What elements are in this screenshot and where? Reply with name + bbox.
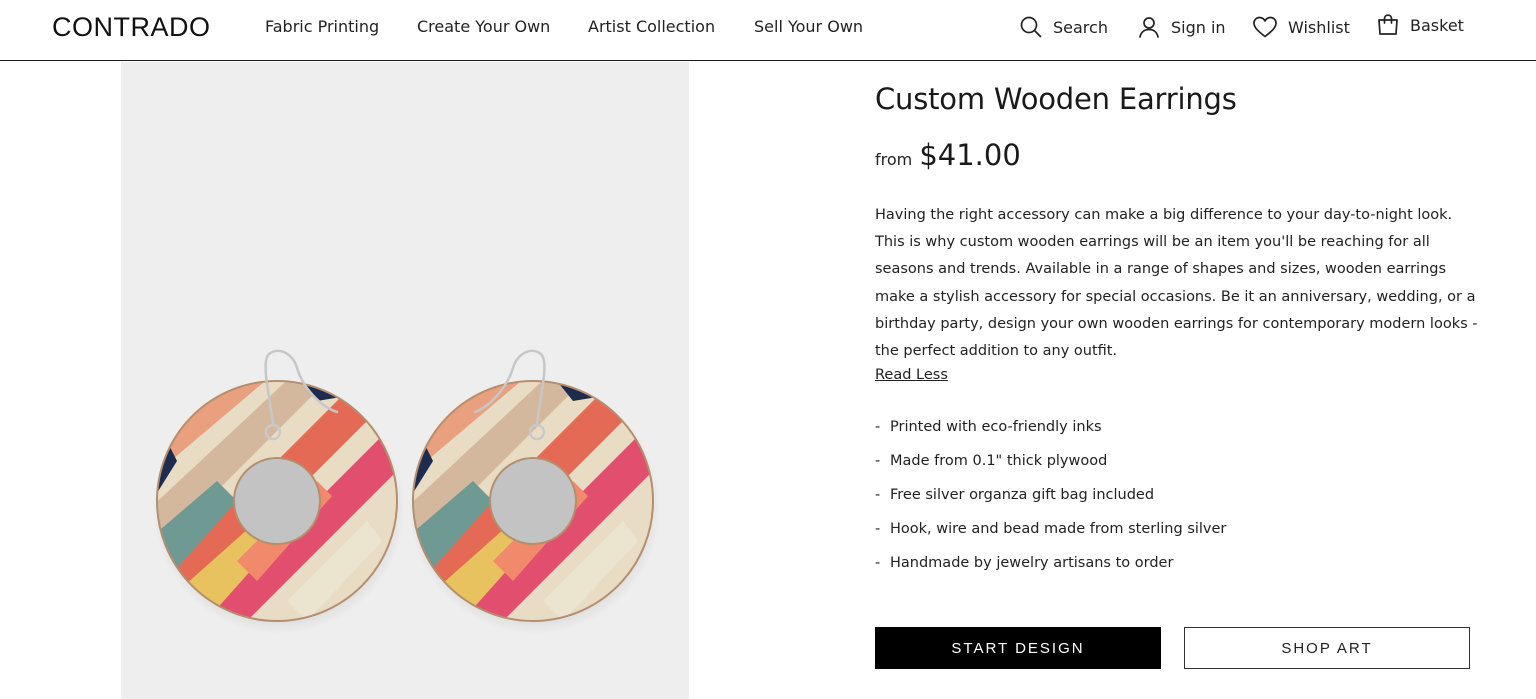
start-design-button[interactable]: START DESIGN [875,627,1161,669]
product-image[interactable] [121,62,689,699]
feature-item: - Free silver organza gift bag included [875,483,1226,517]
wishlist-label: Wishlist [1288,17,1350,37]
product-description: Having the right accessory can make a bi… [875,207,1478,360]
read-less-link[interactable]: Read Less [875,367,948,383]
earrings-illustration [153,349,661,634]
feature-bullet: - [875,555,881,571]
feature-bullet: - [875,521,881,537]
nav-item-artist-collection[interactable]: Artist Collection [588,17,715,36]
nav-item-create-your-own[interactable]: Create Your Own [417,17,550,36]
price: from $41.00 [875,138,1021,172]
feature-item: - Hook, wire and bead made from sterling … [875,517,1226,551]
basket-button[interactable]: Basket [1376,12,1464,38]
shopping-bag-icon [1376,13,1400,37]
feature-text: Hook, wire and bead made from sterling s… [890,521,1227,537]
wishlist-button[interactable]: Wishlist [1252,14,1350,40]
sign-in-button[interactable]: Sign in [1137,14,1226,40]
user-icon [1137,15,1161,39]
search-icon [1019,15,1043,39]
feature-bullet: - [875,487,881,503]
feature-item: - Handmade by jewelry artisans to order [875,551,1226,585]
feature-text: Handmade by jewelry artisans to order [890,555,1174,571]
feature-text: Made from 0.1" thick plywood [890,453,1108,469]
feature-item: - Printed with eco-friendly inks [875,415,1226,449]
product-title: Custom Wooden Earrings [875,82,1237,116]
shop-art-button[interactable]: SHOP ART [1184,627,1470,669]
feature-list: - Printed with eco-friendly inks - Made fr… [875,415,1226,585]
feature-text: Printed with eco-friendly inks [890,419,1102,435]
feature-bullet: - [875,453,881,469]
feature-bullet: - [875,419,881,435]
search-label: Search [1053,17,1108,37]
search-button[interactable]: Search [1019,14,1108,40]
nav-item-sell-your-own[interactable]: Sell Your Own [754,17,863,36]
price-value: $41.00 [919,138,1021,172]
basket-label: Basket [1410,15,1464,35]
heart-icon [1252,15,1278,39]
site-header: CONTRADO Fabric Printing Create Your Own… [0,0,1536,61]
feature-text: Free silver organza gift bag included [890,487,1155,503]
feature-item: - Made from 0.1" thick plywood [875,449,1226,483]
price-prefix: from [875,150,913,169]
brand-logo[interactable]: CONTRADO [52,12,211,43]
sign-in-label: Sign in [1171,17,1226,37]
nav-item-fabric-printing[interactable]: Fabric Printing [265,17,379,36]
